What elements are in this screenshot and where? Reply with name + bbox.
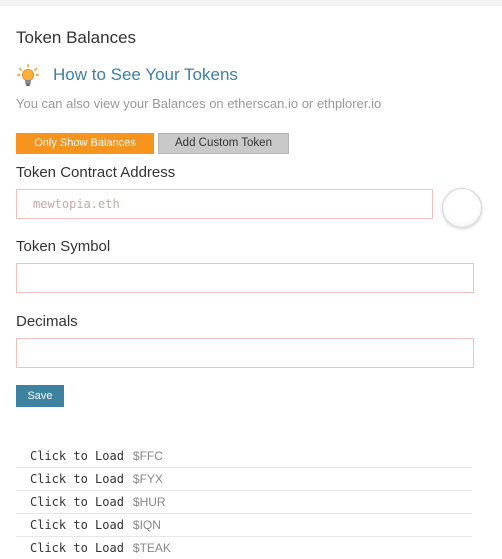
click-to-load-link[interactable]: Click to Load bbox=[30, 472, 124, 486]
add-custom-token-button[interactable]: Add Custom Token bbox=[158, 133, 289, 154]
token-list: Click to Load $FFC Click to Load $FYX Clic… bbox=[16, 445, 472, 559]
token-row[interactable]: Click to Load $IQN bbox=[16, 514, 472, 537]
how-to-see-tokens-link[interactable]: How to See Your Tokens bbox=[53, 65, 238, 85]
token-symbol: $IQN bbox=[132, 518, 161, 532]
token-symbol: $TEAK bbox=[132, 541, 171, 555]
lightbulb-icon bbox=[17, 64, 39, 88]
click-to-load-link[interactable]: Click to Load bbox=[30, 449, 124, 463]
token-symbol: $HUR bbox=[132, 495, 166, 509]
token-contract-address-input[interactable] bbox=[16, 189, 433, 219]
token-symbol-input[interactable] bbox=[16, 263, 474, 293]
token-row[interactable]: Click to Load $FFC bbox=[16, 445, 472, 468]
section-title: Token Balances bbox=[16, 28, 137, 47]
token-row[interactable]: Click to Load $TEAK bbox=[16, 537, 472, 559]
click-to-load-link[interactable]: Click to Load bbox=[30, 518, 124, 532]
token-symbol-label: Token Symbol bbox=[16, 238, 111, 255]
token-symbol: $FFC bbox=[132, 449, 163, 463]
token-row[interactable]: Click to Load $HUR bbox=[16, 491, 472, 514]
click-to-load-link[interactable]: Click to Load bbox=[30, 495, 124, 509]
only-show-balances-button[interactable]: Only Show Balances bbox=[16, 133, 154, 154]
balances-help-text: You can also view your Balances on ether… bbox=[16, 96, 382, 111]
decimals-input[interactable] bbox=[16, 338, 474, 368]
address-identicon bbox=[442, 188, 482, 228]
token-row[interactable]: Click to Load $FYX bbox=[16, 468, 472, 491]
token-contract-address-label: Token Contract Address bbox=[16, 164, 176, 181]
click-to-load-link[interactable]: Click to Load bbox=[30, 541, 124, 555]
save-button[interactable]: Save bbox=[16, 385, 64, 407]
decimals-label: Decimals bbox=[16, 313, 78, 330]
top-bar bbox=[0, 0, 502, 6]
token-symbol: $FYX bbox=[132, 472, 163, 486]
